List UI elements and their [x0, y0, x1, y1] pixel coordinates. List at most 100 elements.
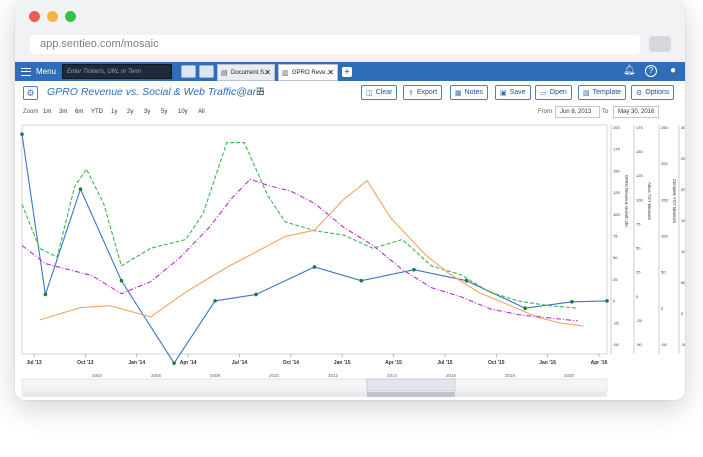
navigator-selection	[366, 378, 456, 392]
data-point-marker	[43, 292, 48, 297]
x-tick-label: Jan '14	[128, 360, 145, 366]
zoom-5y-button[interactable]: 5y	[161, 109, 167, 115]
axis-tick-label: -50	[661, 342, 668, 347]
x-tick-label: Oct '15	[488, 360, 505, 366]
axis-tick-label: 50	[613, 255, 618, 260]
axis-tick-label: 0	[661, 306, 664, 311]
data-point-marker	[119, 278, 124, 283]
x-tick-label: Jan '15	[334, 360, 351, 366]
axis-tick-label: 0	[613, 299, 616, 304]
data-point-marker	[312, 265, 317, 269]
data-point-marker	[359, 278, 364, 283]
notes-button[interactable]: ▦ Notes	[450, 85, 488, 100]
zoom-2y-button[interactable]: 2y	[127, 109, 133, 115]
chart-area: Jul '13 Oct '13 Jan '14 Apr '14 Jul '14 Oct '…	[15, 121, 685, 400]
grid-layout-icon[interactable]	[199, 65, 214, 78]
data-point-marker	[523, 306, 527, 310]
axis-title: Compete YOY Measure	[672, 179, 677, 224]
x-tick-label: Jul '15	[437, 360, 453, 366]
axis-tick-label: 100	[613, 212, 620, 217]
zoom-1y-button[interactable]: 1y	[111, 109, 117, 115]
gear-icon: ⚙	[26, 88, 35, 98]
zoom-ytd-button[interactable]: YTD	[91, 109, 103, 115]
navigator-tick-label: 2020	[564, 373, 575, 378]
bell-icon[interactable]: 🔔︎	[623, 65, 636, 77]
navigator-tick-label: 2016	[446, 373, 457, 378]
clear-label: Clear	[375, 89, 393, 96]
close-tab-icon[interactable]: ✕	[327, 68, 334, 77]
tab-label: Document S..	[231, 70, 268, 76]
zoom-3y-button[interactable]: 3y	[144, 109, 150, 115]
axis-tick-label: -25	[636, 318, 643, 323]
navigator-scrollbar	[22, 392, 607, 397]
maximize-window-button[interactable]	[65, 11, 76, 22]
navigator-tick-label: 2010	[269, 373, 280, 378]
zoom-6m-button[interactable]: 6m	[75, 109, 83, 115]
browser-chrome: app.sentieo.com/mosaic	[15, 0, 685, 62]
axis-tick-label: 75	[636, 221, 641, 226]
navigator-tick-label: 2006	[151, 373, 162, 378]
data-point-marker	[172, 361, 176, 365]
settings-button[interactable]: ⚙	[23, 86, 38, 100]
axis-tick-label: 100	[681, 249, 685, 254]
help-icon[interactable]: ?	[645, 65, 657, 77]
minimize-window-button[interactable]	[47, 11, 58, 22]
zoom-1m-button[interactable]: 1m	[43, 109, 51, 115]
new-tab-button[interactable]: +	[342, 67, 352, 77]
navigator-track	[21, 378, 608, 392]
chart-icon: ▥	[282, 70, 289, 77]
open-button[interactable]: ▭ Open	[535, 85, 572, 100]
close-window-button[interactable]	[29, 11, 40, 22]
save-label: Save	[509, 89, 526, 96]
x-tick-label: Apr '16	[591, 360, 608, 366]
save-icon: ▣	[500, 90, 507, 97]
template-button[interactable]: ▧ Template	[578, 85, 627, 100]
address-bar[interactable]: app.sentieo.com/mosaic	[30, 35, 640, 54]
tab-gpro-revenue[interactable]: ▥ GPRO Reve.. ✕	[278, 64, 338, 81]
from-label: From	[538, 109, 552, 115]
page-title: GPRO Revenue vs. Social & Web Traffic@ar…	[47, 86, 265, 98]
menu-button[interactable]: Menu	[21, 65, 56, 78]
axis-tick-label: 150	[661, 197, 668, 202]
user-icon[interactable]: ●	[667, 65, 679, 77]
axis-tick-label: 150	[636, 149, 643, 154]
save-button[interactable]: ▣ Save	[495, 85, 531, 100]
split-layout-icon[interactable]	[181, 65, 196, 78]
line-chart[interactable]: Jul '13 Oct '13 Jan '14 Apr '14 Jul '14 Oct '…	[15, 121, 685, 400]
tab-label: GPRO Reve..	[292, 70, 329, 76]
template-icon: ▧	[583, 90, 590, 97]
clear-icon: ◫	[366, 90, 373, 97]
zoom-10y-button[interactable]: 10y	[178, 109, 188, 115]
options-button[interactable]: ⚙ Options	[631, 85, 675, 100]
zoom-all-button[interactable]: All	[198, 109, 205, 115]
navigator-tick-label: 2008	[210, 373, 221, 378]
document-icon: ▤	[221, 70, 228, 77]
browser-extension-button[interactable]	[649, 36, 671, 52]
navigator-tick-label: 2014	[387, 373, 398, 378]
to-date-input[interactable]: May 30, 2016	[613, 106, 659, 118]
x-tick-label: Apr '14	[180, 360, 197, 366]
tab-document-search[interactable]: ▤ Document S.. ✕	[217, 64, 275, 81]
title-menu-icon[interactable]: ☰	[256, 87, 265, 98]
export-button[interactable]: ⇪ Export	[403, 85, 443, 100]
axis-tick-label: 125	[636, 173, 643, 178]
axis-tick-label: 200	[681, 187, 685, 192]
template-label: Template	[592, 89, 622, 96]
ticker-search-input[interactable]: Enter Ticker/s, URL or Term	[62, 64, 172, 79]
close-tab-icon[interactable]: ✕	[264, 68, 271, 77]
x-tick-label: Apr '15	[385, 360, 402, 366]
hamburger-icon	[21, 67, 31, 76]
axis-tick-label: 175	[636, 125, 643, 130]
data-point-marker	[213, 299, 217, 303]
clear-button[interactable]: ◫ Clear	[361, 85, 398, 100]
from-date-input[interactable]: Jun 8, 2013	[555, 106, 600, 118]
to-label: To	[602, 109, 609, 115]
data-point-marker	[20, 132, 24, 136]
axis-tick-label: 25	[636, 270, 641, 275]
axis-tick-label: -25	[613, 320, 620, 325]
options-label: Options	[645, 89, 670, 96]
axis-tick-label: 200	[661, 161, 668, 166]
export-label: Export	[416, 89, 438, 96]
axis-tick-label: 125	[613, 190, 620, 195]
zoom-3m-button[interactable]: 3m	[59, 109, 67, 115]
